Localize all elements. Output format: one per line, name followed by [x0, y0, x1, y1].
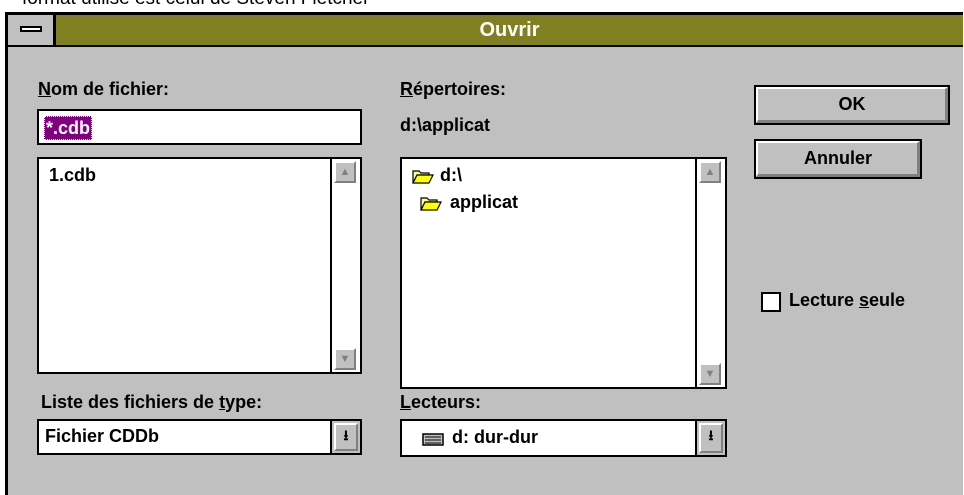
ok-button[interactable]: OK: [754, 85, 950, 125]
drive-select[interactable]: d: dur-dur ⭳: [400, 419, 727, 457]
drive-value: d: dur-dur: [452, 427, 538, 447]
filename-input-value: *.cdb: [44, 116, 93, 140]
readonly-checkbox[interactable]: [761, 292, 781, 312]
hard-drive-icon: [422, 433, 444, 446]
open-folder-icon: [420, 197, 442, 211]
file-type-label: Liste des fichiers de type:: [41, 392, 263, 412]
system-menu-button[interactable]: [8, 15, 56, 45]
window-title: Ouvrir: [479, 19, 540, 41]
open-dialog: Ouvrir Nom de fichier: *.cdb 1.cdb ▲ ▼ L…: [5, 12, 963, 495]
file-list[interactable]: 1.cdb ▲ ▼: [37, 157, 362, 374]
file-type-value: Fichier CDDb: [45, 426, 160, 446]
dropdown-arrow-icon: ⭳: [699, 423, 723, 453]
drive-dropdown-button[interactable]: ⭳: [695, 421, 725, 455]
system-menu-icon: [20, 26, 42, 32]
drives-label: Lecteurs:: [400, 392, 482, 412]
file-type-select[interactable]: Fichier CDDb ⭳: [37, 419, 362, 455]
directory-list[interactable]: d:\ applicat ▲ ▼: [400, 157, 727, 389]
file-list-scrollbar[interactable]: ▲ ▼: [330, 159, 360, 372]
cancel-button[interactable]: Annuler: [754, 139, 922, 179]
scroll-up-icon[interactable]: ▲: [699, 161, 721, 183]
title-bar: Ouvrir: [8, 15, 963, 47]
scroll-down-icon[interactable]: ▼: [699, 363, 721, 385]
directory-item-applicat[interactable]: applicat: [450, 192, 518, 213]
scroll-up-icon[interactable]: ▲: [334, 161, 356, 183]
background-document-text: format utilisé est celui de Steven Fletc…: [22, 0, 369, 10]
directories-label: Répertoires:: [400, 79, 507, 99]
readonly-label[interactable]: Lecture seule: [789, 290, 905, 311]
dropdown-arrow-icon: ⭳: [334, 423, 358, 451]
file-type-dropdown-button[interactable]: ⭳: [330, 421, 360, 453]
current-path: d:\applicat: [400, 115, 491, 135]
filename-input[interactable]: *.cdb: [37, 109, 362, 145]
file-item[interactable]: 1.cdb: [49, 165, 96, 186]
scroll-down-icon[interactable]: ▼: [334, 348, 356, 370]
open-folder-icon: [412, 170, 434, 184]
filename-label: Nom de fichier:: [38, 79, 170, 99]
directory-item-root[interactable]: d:\: [440, 165, 462, 186]
directory-list-scrollbar[interactable]: ▲ ▼: [695, 159, 725, 387]
